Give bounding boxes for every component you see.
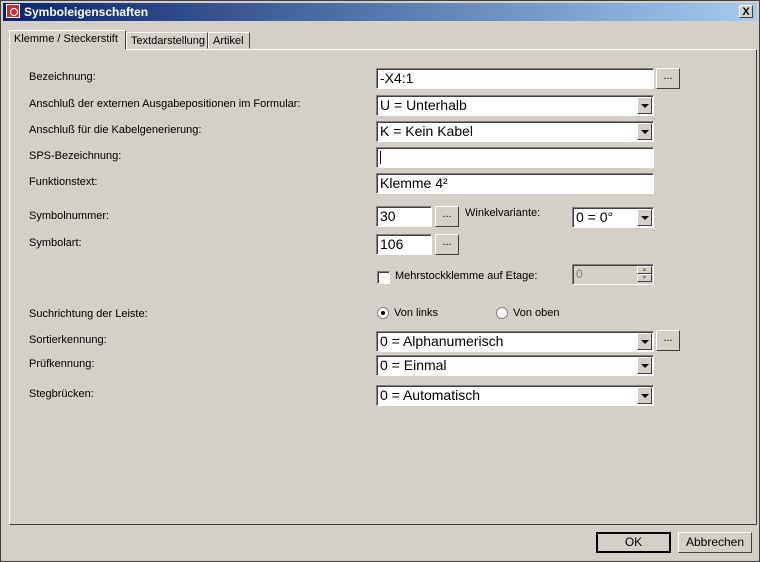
ok-button[interactable]: OK (596, 532, 671, 553)
mehrstock-label: Mehrstockklemme auf Etage: (395, 270, 538, 282)
anschluss-kabel-label: Anschluß für die Kabelgenerierung: (29, 124, 202, 136)
tab-klemme-steckerstift[interactable]: Klemme / Steckerstift (9, 30, 126, 50)
cancel-button[interactable]: Abbrechen (678, 532, 752, 553)
chevron-down-icon[interactable] (637, 97, 652, 114)
spinner-buttons: ▲ ▼ (637, 266, 652, 283)
mehrstock-checkbox[interactable] (377, 271, 390, 284)
chevron-down-icon[interactable] (637, 333, 652, 350)
stegbruecken-label: Stegbrücken: (29, 388, 94, 400)
winkelvariante-select[interactable]: 0 = 0° (572, 207, 654, 228)
window-title: Symboleigenschaften (24, 5, 149, 19)
anschluss-ausgabe-select[interactable]: U = Unterhalb (376, 95, 654, 116)
close-button[interactable]: X (739, 5, 753, 18)
chevron-down-icon[interactable] (637, 357, 652, 374)
sortierkennung-value: 0 = Alphanumerisch (380, 333, 504, 349)
stegbruecken-select[interactable]: 0 = Automatisch (376, 385, 654, 406)
spin-up-icon: ▲ (637, 266, 652, 274)
radio-von-links-label[interactable]: Von links (394, 307, 438, 319)
radio-von-oben[interactable] (496, 307, 508, 319)
etage-value: 0 (576, 267, 583, 281)
sps-input[interactable] (376, 147, 654, 168)
symbolnummer-browse-button[interactable]: ... (435, 206, 459, 227)
funktionstext-label: Funktionstext: (29, 176, 98, 188)
chevron-down-icon[interactable] (637, 387, 652, 404)
winkelvariante-label: Winkelvariante: (465, 207, 541, 219)
symbolart-input[interactable]: 106 (376, 234, 432, 255)
symbolart-browse-button[interactable]: ... (435, 234, 459, 255)
sortierkennung-select[interactable]: 0 = Alphanumerisch (376, 331, 654, 352)
stegbruecken-value: 0 = Automatisch (380, 387, 481, 403)
anschluss-kabel-select[interactable]: K = Kein Kabel (376, 121, 654, 142)
sortierkennung-label: Sortierkennung: (29, 334, 107, 346)
app-icon (6, 4, 20, 18)
symbolnummer-label: Symbolnummer: (29, 210, 110, 222)
tab-artikel[interactable]: Artikel (208, 32, 250, 49)
funktionstext-input[interactable]: Klemme 4² (376, 173, 654, 194)
pruefkennung-select[interactable]: 0 = Einmal (376, 355, 654, 376)
tab-textdarstellung[interactable]: Textdarstellung (126, 32, 208, 49)
title-bar[interactable]: Symboleigenschaften X (3, 3, 757, 21)
anschluss-ausgabe-value: U = Unterhalb (380, 97, 467, 113)
suchrichtung-label: Suchrichtung der Leiste: (29, 308, 148, 320)
winkelvariante-value: 0 = 0° (576, 209, 614, 225)
dialog-window: Symboleigenschaften X Klemme / Steckerst… (0, 0, 760, 562)
etage-spinner: 0 ▲ ▼ (572, 264, 654, 285)
tab-panel: Bezeichnung: -X4:1 ... Anschluß der exte… (9, 49, 757, 525)
radio-von-oben-label[interactable]: Von oben (513, 307, 560, 319)
symbolnummer-input[interactable]: 30 (376, 206, 432, 227)
bezeichnung-browse-button[interactable]: ... (656, 68, 680, 89)
chevron-down-icon[interactable] (637, 123, 652, 140)
bezeichnung-label: Bezeichnung: (29, 71, 96, 83)
symbolart-label: Symbolart: (29, 237, 82, 249)
anschluss-kabel-value: K = Kein Kabel (380, 123, 474, 139)
text-cursor (380, 151, 381, 164)
bezeichnung-input[interactable]: -X4:1 (376, 68, 654, 89)
chevron-down-icon[interactable] (637, 209, 652, 226)
radio-von-links[interactable] (377, 307, 389, 319)
pruefkennung-value: 0 = Einmal (380, 357, 447, 373)
pruefkennung-label: Prüfkennung: (29, 358, 95, 370)
spin-down-icon: ▼ (637, 274, 652, 282)
sps-label: SPS-Bezeichnung: (29, 150, 122, 162)
sortierkennung-browse-button[interactable]: ... (656, 330, 680, 351)
anschluss-ausgabe-label: Anschluß der externen Ausgabepositionen … (29, 98, 301, 110)
